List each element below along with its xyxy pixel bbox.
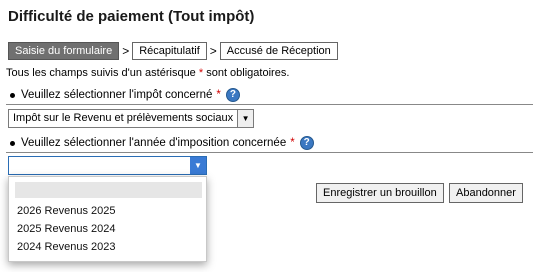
divider — [6, 104, 533, 105]
impot-select-value: Impôt sur le Revenu et prélèvements soci… — [13, 112, 234, 124]
required-star: * — [290, 137, 295, 149]
bullet-icon — [10, 92, 15, 98]
required-fields-note: Tous les champs suivis d'un astérisque *… — [6, 67, 290, 79]
step-accuse-reception[interactable]: Accusé de Réception — [219, 42, 338, 60]
question-annee-label: Veuillez sélectionner l'année d'impositi… — [21, 137, 287, 149]
annee-select[interactable]: ▼ — [8, 156, 207, 175]
dropdown-option-2026[interactable]: 2026 Revenus 2025 — [17, 205, 115, 217]
annee-dropdown-list: 2026 Revenus 2025 2025 Revenus 2024 2024… — [8, 176, 207, 262]
help-question-icon[interactable]: ? — [299, 136, 314, 150]
dropdown-option-empty[interactable] — [15, 182, 202, 198]
divider — [6, 152, 533, 153]
page-title: Difficulté de paiement (Tout impôt) — [8, 8, 255, 25]
question-impot: Veuillez sélectionner l'impôt concerné *… — [10, 88, 240, 102]
step-recapitulatif[interactable]: Récapitulatif — [132, 42, 207, 60]
impot-select[interactable]: Impôt sur le Revenu et prélèvements soci… — [8, 109, 255, 128]
required-star: * — [216, 89, 221, 101]
step-breadcrumb: Saisie du formulaire > Récapitulatif > A… — [8, 42, 338, 60]
step-saisie-formulaire[interactable]: Saisie du formulaire — [8, 42, 120, 60]
question-annee: Veuillez sélectionner l'année d'impositi… — [10, 136, 314, 150]
help-question-icon[interactable]: ? — [225, 88, 240, 102]
step-separator: > — [122, 44, 130, 58]
bullet-icon — [10, 140, 15, 146]
abandon-button[interactable]: Abandonner — [449, 183, 523, 203]
dropdown-arrow-icon[interactable]: ▼ — [190, 157, 206, 174]
dropdown-arrow-icon[interactable]: ▼ — [237, 110, 254, 127]
dropdown-option-2024[interactable]: 2024 Revenus 2023 — [17, 241, 115, 253]
question-impot-label: Veuillez sélectionner l'impôt concerné — [21, 89, 213, 101]
save-draft-button[interactable]: Enregistrer un brouillon — [316, 183, 444, 203]
dropdown-option-2025[interactable]: 2025 Revenus 2024 — [17, 223, 115, 235]
step-separator: > — [209, 44, 217, 58]
